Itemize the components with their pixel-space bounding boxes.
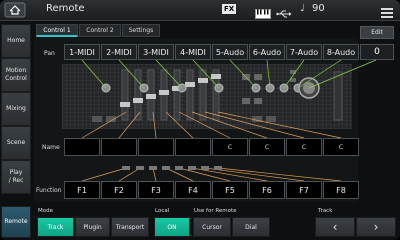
sidebar: Home Motion Control Mixing Scene Play / … — [0, 20, 33, 240]
name-cell-8: C — [323, 138, 359, 156]
sidebar-item-play-rec[interactable]: Play / Rec — [1, 160, 31, 194]
name-cell-7: C — [286, 138, 322, 156]
sidebar-item-remote[interactable]: Remote — [1, 206, 31, 238]
function-button-f6[interactable]: F6 — [249, 181, 285, 199]
local-label: Local — [155, 208, 170, 214]
pan-button-5[interactable]: 5-Audo — [212, 44, 248, 60]
track-label: Track — [318, 208, 333, 214]
name-cell-5: C — [212, 138, 248, 156]
home-icon[interactable] — [4, 2, 26, 18]
sidebar-item-motion-control[interactable]: Motion Control — [1, 58, 31, 92]
sidebar-item-scene[interactable]: Scene — [1, 126, 31, 160]
function-label: Function — [36, 187, 62, 194]
pan-label: Pan — [44, 50, 55, 57]
pan-button-8[interactable]: 8-Audo — [323, 44, 359, 60]
tab-control-2[interactable]: Control 2 — [79, 24, 121, 37]
name-cell-6: C — [249, 138, 285, 156]
fx-badge: FX — [222, 4, 237, 14]
top-bar: Remote FX ♩ 90 — [0, 0, 400, 21]
tempo-value: 90 — [312, 3, 325, 14]
controller-illustration — [62, 64, 352, 129]
pan-value: 0 — [360, 44, 394, 60]
function-button-f4[interactable]: F4 — [175, 181, 211, 199]
tab-control-1[interactable]: Control 1 — [36, 24, 78, 37]
pan-button-1[interactable]: 1-MIDI — [64, 44, 100, 60]
function-button-f2[interactable]: F2 — [101, 181, 137, 199]
controller-panel-graphic — [92, 69, 343, 122]
remote-screen: Remote FX ♩ 90 Home Motion Control Mixin… — [0, 0, 400, 240]
tab-settings[interactable]: Settings — [122, 24, 160, 37]
function-button-f3[interactable]: F3 — [138, 181, 174, 199]
local-on-button[interactable]: ON — [154, 217, 190, 237]
pan-button-4[interactable]: 4-MIDI — [175, 44, 211, 60]
name-cell-1 — [64, 138, 100, 156]
function-button-f7[interactable]: F7 — [286, 181, 322, 199]
pan-button-6[interactable]: 6-Audo — [249, 44, 285, 60]
keyboard-icon — [255, 4, 271, 23]
pan-button-7[interactable]: 7-Audo — [286, 44, 322, 60]
function-button-f5[interactable]: F5 — [212, 181, 248, 199]
function-button-f8[interactable]: F8 — [323, 181, 359, 199]
mode-plugin-button[interactable]: Plugin — [75, 217, 110, 237]
tempo-note-icon: ♩ — [300, 3, 305, 14]
name-cell-4 — [175, 138, 211, 156]
mode-transport-button[interactable]: Transport — [111, 217, 149, 237]
name-label: Name — [42, 144, 60, 151]
dial-button[interactable]: Dial — [232, 217, 270, 237]
mode-track-button[interactable]: Track — [37, 217, 74, 237]
usb-icon — [276, 4, 292, 23]
edit-button[interactable]: Edit — [360, 26, 394, 39]
pan-button-2[interactable]: 2-MIDI — [101, 44, 137, 60]
function-button-f1[interactable]: F1 — [64, 181, 100, 199]
use-for-remote-label: Use for Remote — [194, 208, 237, 214]
page-title: Remote — [46, 3, 85, 14]
sidebar-item-mixing[interactable]: Mixing — [1, 92, 31, 126]
name-cell-3 — [138, 138, 174, 156]
track-prev-button[interactable]: ‹ — [315, 217, 355, 237]
mode-label: Mode — [38, 208, 53, 214]
name-cell-2 — [101, 138, 137, 156]
cursor-button[interactable]: Cursor — [193, 217, 231, 237]
menu-icon[interactable] — [380, 4, 394, 23]
sidebar-item-home[interactable]: Home — [1, 24, 31, 58]
pan-button-3[interactable]: 3-MIDI — [138, 44, 174, 60]
track-next-button[interactable]: › — [356, 217, 396, 237]
